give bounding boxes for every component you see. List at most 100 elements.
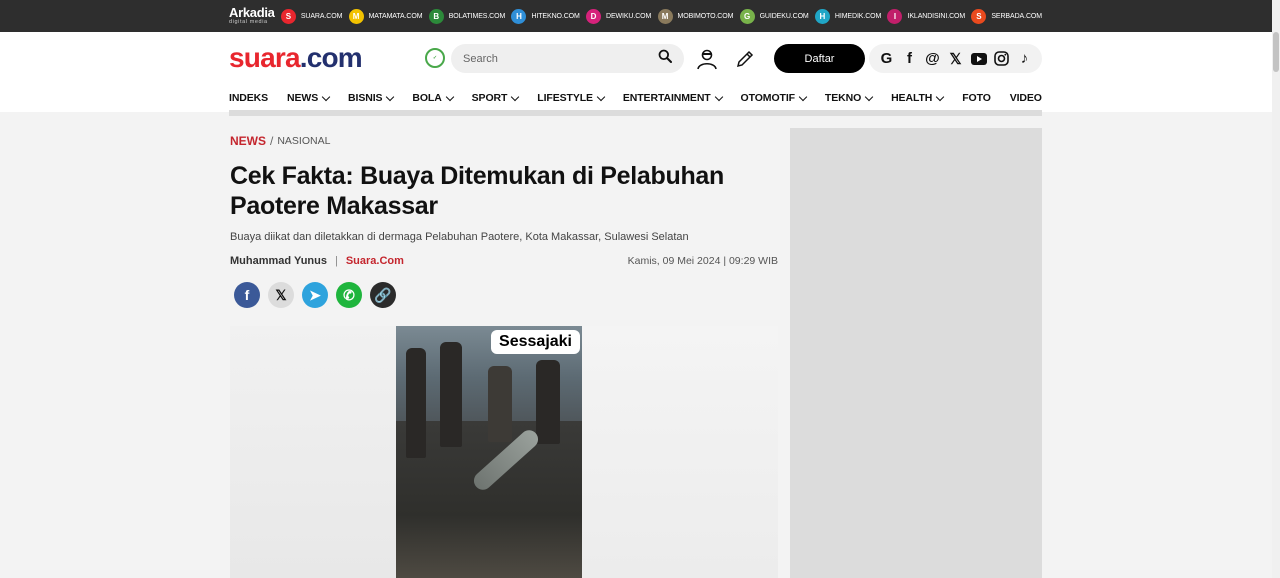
main-nav: INDEKS NEWS BISNIS BOLA SPORT LIFESTYLE ENTERT… — [229, 88, 1042, 108]
network-link[interactable]: D DEWIKU.COM — [585, 8, 652, 24]
network-link-label: HIMEDIK.COM — [834, 12, 882, 20]
logo-main: suara — [229, 42, 301, 73]
chevron-down-icon — [321, 92, 331, 101]
nav-item-tekno[interactable]: TEKNO — [824, 92, 874, 104]
breadcrumb-section[interactable]: NEWS — [230, 134, 266, 148]
arkadia-logo[interactable]: Arkadia digital media — [229, 6, 275, 26]
instagram-icon[interactable] — [993, 50, 1011, 68]
network-link[interactable]: G GUIDEKU.COM — [739, 8, 809, 24]
threads-icon[interactable]: @ — [924, 50, 942, 68]
image-blur-right — [582, 326, 778, 578]
youtube-icon[interactable] — [970, 50, 988, 68]
nav-item-lifestyle[interactable]: LIFESTYLE — [537, 92, 606, 104]
network-site-icon: B — [428, 8, 444, 24]
nav-item-label: OTOMOTIF — [740, 92, 796, 104]
network-link-label: HITEKNO.COM — [531, 12, 580, 20]
network-link[interactable]: S SERBADA.COM — [971, 8, 1042, 24]
nav-item-otomotif[interactable]: OTOMOTIF — [740, 92, 808, 104]
chevron-down-icon — [511, 92, 520, 101]
nav-item-label: LIFESTYLE — [537, 92, 593, 104]
nav-item-health[interactable]: HEALTH — [891, 92, 945, 104]
network-link[interactable]: B BOLATIMES.COM — [428, 8, 506, 24]
x-icon[interactable]: 𝕏 — [947, 50, 965, 68]
chevron-down-icon — [596, 92, 606, 101]
social-links: G f @ 𝕏 ♪ — [869, 44, 1042, 73]
network-bar: Arkadia digital media S SUARA.COM M MATAMAT… — [0, 0, 1272, 32]
tiktok-icon[interactable]: ♪ — [1016, 50, 1034, 68]
share-whatsapp-icon[interactable]: ✆ — [336, 282, 362, 308]
user-icon[interactable] — [695, 47, 719, 71]
network-site-icon: S — [971, 8, 987, 24]
nav-item-label: NEWS — [287, 92, 319, 104]
network-site-icon: G — [739, 8, 755, 24]
network-link[interactable]: S SUARA.COM — [280, 8, 342, 24]
chevron-down-icon — [936, 92, 945, 101]
network-link[interactable]: M MATAMATA.COM — [348, 8, 423, 24]
register-button[interactable]: Daftar — [774, 44, 865, 73]
top-ad-strip — [229, 110, 1042, 116]
share-telegram-icon[interactable]: ➤ — [302, 282, 328, 308]
share-x-icon[interactable]: 𝕏 — [268, 282, 294, 308]
page-scrollbar[interactable] — [1272, 0, 1280, 578]
site-header: suara.com ✓ Daftar G f @ 𝕏 ♪ INDEKS NEWS B… — [0, 32, 1272, 112]
chevron-down-icon — [714, 92, 723, 101]
network-site-icon: H — [511, 8, 527, 24]
author-name[interactable]: Muhammad Yunus — [230, 255, 327, 267]
network-link-label: MOBIMOTO.COM — [677, 12, 734, 20]
nav-item-label: FOTO — [962, 92, 991, 104]
crocodile-photo: Sessajaki — [396, 326, 582, 578]
share-copy-link-icon[interactable]: 🔗 — [370, 282, 396, 308]
network-site-icon: I — [887, 8, 903, 24]
verified-badge-icon: ✓ — [425, 48, 445, 68]
nav-item-label: HEALTH — [891, 92, 933, 104]
nav-item-indeks[interactable]: INDEKS — [229, 92, 268, 104]
nav-item-news[interactable]: NEWS — [287, 92, 331, 104]
network-links: Arkadia digital media S SUARA.COM M MATAMAT… — [229, 0, 1042, 32]
article-image[interactable]: Sessajaki — [230, 326, 778, 578]
google-news-icon[interactable]: G — [878, 50, 896, 68]
facebook-icon[interactable]: f — [901, 50, 919, 68]
network-site-icon: H — [814, 8, 830, 24]
nav-item-bisnis[interactable]: BISNIS — [348, 92, 395, 104]
nav-item-label: VIDEO — [1009, 92, 1042, 104]
nav-item-label: ENTERTAINMENT — [622, 92, 711, 104]
network-link[interactable]: I IKLANDISINI.COM — [887, 8, 966, 24]
network-link[interactable]: M MOBIMOTO.COM — [657, 8, 734, 24]
nav-item-bola[interactable]: BOLA — [412, 92, 454, 104]
chevron-down-icon — [864, 92, 874, 101]
network-site-icon: D — [585, 8, 601, 24]
search-bar[interactable] — [451, 44, 684, 73]
nav-item-video[interactable]: VIDEO — [1010, 92, 1042, 104]
network-link[interactable]: H HIMEDIK.COM — [814, 8, 882, 24]
network-link-label: MATAMATA.COM — [368, 12, 423, 20]
network-site-icon: S — [280, 8, 296, 24]
image-caption-tag: Sessajaki — [491, 330, 580, 354]
scrollbar-thumb[interactable] — [1273, 32, 1279, 72]
article-summary: Buaya diikat dan diletakkan di dermaga P… — [230, 231, 689, 243]
nav-item-sport[interactable]: SPORT — [471, 92, 520, 104]
breadcrumb-separator: / — [270, 134, 274, 148]
nav-item-foto[interactable]: FOTO — [962, 92, 991, 104]
nav-item-label: BISNIS — [348, 92, 383, 104]
network-link-label: DEWIKU.COM — [605, 12, 652, 20]
search-input[interactable] — [463, 52, 658, 65]
search-icon[interactable] — [658, 49, 672, 68]
network-link-label: BOLATIMES.COM — [448, 12, 506, 20]
nav-item-entertainment[interactable]: ENTERTAINMENT — [622, 92, 723, 104]
article-source[interactable]: Suara.Com — [346, 255, 404, 267]
nav-item-label: TEKNO — [824, 92, 862, 104]
meta-separator: | — [334, 255, 338, 267]
network-link-label: IKLANDISINI.COM — [907, 12, 966, 20]
photo-person — [488, 366, 512, 442]
share-facebook-icon[interactable]: f — [234, 282, 260, 308]
arkadia-logo-text: Arkadia — [229, 5, 275, 21]
nav-item-label: BOLA — [412, 92, 442, 104]
network-link-label: GUIDEKU.COM — [759, 12, 809, 20]
breadcrumb-category[interactable]: NASIONAL — [277, 135, 330, 147]
write-pencil-icon[interactable] — [733, 47, 757, 71]
suara-logo[interactable]: suara.com — [229, 42, 363, 74]
network-link[interactable]: H HITEKNO.COM — [511, 8, 580, 24]
nav-item-label: SPORT — [471, 92, 508, 104]
article-meta: Muhammad Yunus | Suara.Com Kamis, 09 Mei… — [230, 255, 778, 267]
photo-person — [440, 342, 462, 447]
